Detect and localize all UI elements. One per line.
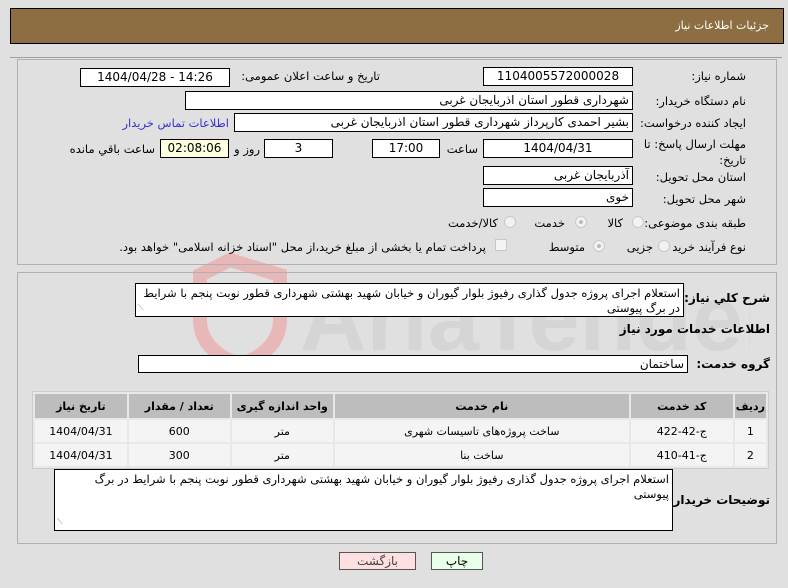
cell-unit: متر xyxy=(231,444,333,466)
print-button[interactable]: چاپ xyxy=(431,552,483,570)
cell-date: 1404/04/31 xyxy=(35,420,127,442)
days-label: روز و xyxy=(234,142,260,156)
cell-quantity: 600 xyxy=(128,420,230,442)
need-number-field: 1104005572000028 xyxy=(483,67,633,86)
services-table: ردیف کد خدمت نام خدمت واحد اندازه گیری ت… xyxy=(32,391,769,469)
category-radio-service[interactable] xyxy=(575,216,587,228)
treasury-payment-note: پرداخت تمام یا بخشی از مبلغ خرید،از محل … xyxy=(119,240,486,254)
cell-row: 1 xyxy=(734,420,766,442)
creator-label: ایجاد کننده درخواست: xyxy=(640,116,746,130)
city-field: خوی xyxy=(483,188,633,207)
deadline-time-label: ساعت xyxy=(446,142,478,156)
deadline-time-field: 17:00 xyxy=(372,139,440,158)
category-option-goods: کالا xyxy=(607,216,623,230)
cell-name: ساخت پروژه‌های تاسیسات شهری xyxy=(334,420,629,442)
buyer-org-label: نام دستگاه خریدار: xyxy=(655,94,746,108)
category-radio-goods-service[interactable] xyxy=(504,216,516,228)
buyer-notes-textarea[interactable]: استعلام اجرای پروژه جدول گذاری رفیوژ بلو… xyxy=(54,469,673,531)
buyer-notes-text: استعلام اجرای پروژه جدول گذاری رفیوژ بلو… xyxy=(94,472,669,501)
col-header-row: ردیف xyxy=(734,394,766,418)
process-label: نوع فرآیند خرید : xyxy=(664,240,746,254)
col-header-date: تاریخ نیاز xyxy=(35,394,127,418)
divider xyxy=(10,57,782,58)
need-number-label: شماره نیاز: xyxy=(691,69,746,83)
category-option-goods-service: کالا/خدمت xyxy=(447,216,498,230)
cell-row: 2 xyxy=(734,444,766,466)
col-header-code: کد خدمت xyxy=(630,394,733,418)
services-title: اطلاعات خدمات مورد نیاز xyxy=(619,322,770,336)
city-label: شهر محل تحویل: xyxy=(662,192,746,206)
summary-textarea[interactable]: استعلام اجرای پروژه جدول گذاری رفیوژ بلو… xyxy=(135,283,684,317)
col-header-unit: واحد اندازه گیری xyxy=(231,394,333,418)
table-row: 2 ج-41-410 ساخت بنا متر 300 1404/04/31 xyxy=(35,444,766,466)
category-label: طبقه بندی موضوعی: xyxy=(644,216,746,230)
col-header-name: نام خدمت xyxy=(334,394,629,418)
days-field: 3 xyxy=(264,139,333,158)
remaining-time-field: 02:08:06 xyxy=(160,139,229,158)
cell-unit: متر xyxy=(231,420,333,442)
deadline-label: مهلت ارسال پاسخ: تا تاریخ: xyxy=(643,137,746,167)
buyer-contact-link[interactable]: اطلاعات تماس خریدار xyxy=(122,116,229,130)
buyer-org-field: شهرداری قطور استان اذربایجان غربی xyxy=(185,91,633,110)
treasury-payment-checkbox[interactable] xyxy=(495,239,507,251)
col-header-quantity: تعداد / مقدار xyxy=(128,394,230,418)
province-label: استان محل تحویل: xyxy=(655,170,746,184)
service-group-label: گروه خدمت: xyxy=(696,357,770,371)
creator-field: بشیر احمدی کارپرداز شهرداری قطور استان ا… xyxy=(234,113,633,132)
resize-grip-icon[interactable]: ⟋ xyxy=(57,514,63,529)
table-header-row: ردیف کد خدمت نام خدمت واحد اندازه گیری ت… xyxy=(35,394,766,418)
process-radio-medium[interactable] xyxy=(593,240,605,252)
cell-quantity: 300 xyxy=(128,444,230,466)
buyer-notes-label: توضیحات خریدار: xyxy=(668,493,770,507)
cell-code: ج-41-410 xyxy=(630,444,733,466)
remaining-label: ساعت باقي مانده xyxy=(69,142,155,156)
cell-name: ساخت بنا xyxy=(334,444,629,466)
category-radio-goods[interactable] xyxy=(632,216,644,228)
cell-date: 1404/04/31 xyxy=(35,444,127,466)
announce-field: 1404/04/28 - 14:26 xyxy=(80,68,230,87)
page-title: جزئیات اطلاعات نیاز xyxy=(675,19,769,32)
deadline-date-field: 1404/04/31 xyxy=(483,139,633,158)
back-button[interactable]: بازگشت xyxy=(339,552,416,570)
process-option-minor: جزیی xyxy=(626,240,653,254)
summary-label: شرح کلي نياز: xyxy=(684,291,770,305)
resize-grip-icon[interactable]: ⟋ xyxy=(138,300,144,315)
process-radio-minor[interactable] xyxy=(658,240,670,252)
table-row: 1 ج-42-422 ساخت پروژه‌های تاسیسات شهری م… xyxy=(35,420,766,442)
process-option-medium: متوسط xyxy=(548,240,585,254)
cell-code: ج-42-422 xyxy=(630,420,733,442)
announce-label: تاریخ و ساعت اعلان عمومی: xyxy=(241,69,380,83)
page-header: جزئیات اطلاعات نیاز xyxy=(10,8,784,44)
category-option-service: خدمت xyxy=(534,216,565,230)
province-field: آذربایجان غربی xyxy=(483,166,633,185)
service-group-field: ساختمان xyxy=(138,355,688,373)
summary-text: استعلام اجرای پروژه جدول گذاری رفیوژ بلو… xyxy=(143,286,680,315)
